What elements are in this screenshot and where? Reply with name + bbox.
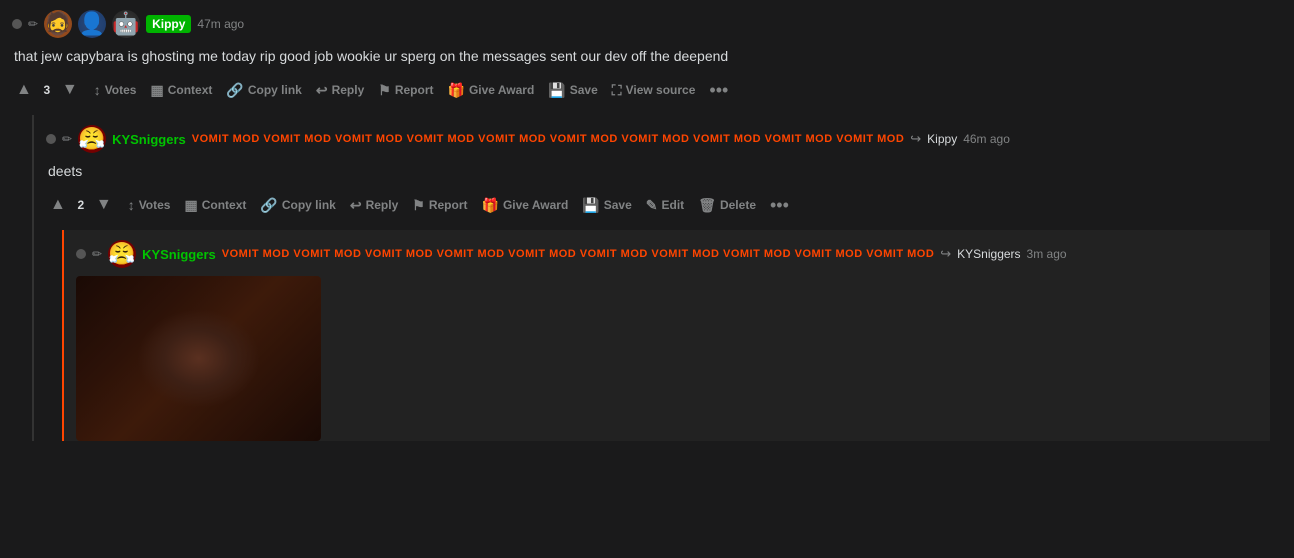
edit-icon-2: ✎ (646, 197, 658, 214)
comment-thread: ✏ 🧔 👤 🤖 Kippy 47m ago that jew capybara … (0, 0, 1294, 441)
reply-to-2: Kippy (927, 132, 957, 146)
votes-btn-2[interactable]: ↕ Votes (122, 193, 177, 217)
copy-link-btn-2[interactable]: 🔗 Copy link (254, 193, 341, 218)
comment-2-actions: ▲ 2 ▼ ↕ Votes ▦ Context 🔗 Copy link ↩ (46, 188, 1270, 226)
context-icon-1: ▦ (150, 82, 163, 99)
comment-2-body: deets (46, 161, 1270, 182)
comment-3-container: ✏ 😤 KYSniggers VOMIT MOD VOMIT MOD VOMIT… (62, 230, 1270, 441)
vote-section-2: ▲ 2 ▼ (46, 192, 116, 218)
comment-1-actions: ▲ 3 ▼ ↕ Votes ▦ Context 🔗 Copy link ↩ Re… (12, 73, 1282, 111)
pencil-icon-3: ✏ (92, 247, 102, 261)
view-source-icon-1: ⛶ (612, 82, 622, 99)
mod-flair-3: VOMIT MOD VOMIT MOD VOMIT MOD VOMIT MOD … (222, 248, 935, 260)
give-award-btn-2[interactable]: 🎁 Give Award (476, 193, 575, 218)
save-icon-1: 💾 (548, 82, 565, 99)
downvote-1[interactable]: ▼ (58, 77, 82, 103)
comment-3: ✏ 😤 KYSniggers VOMIT MOD VOMIT MOD VOMIT… (64, 230, 1270, 441)
copy-link-btn-1[interactable]: 🔗 Copy link (220, 78, 307, 103)
view-source-btn-1[interactable]: ⛶ View source (606, 78, 702, 103)
upvote-2[interactable]: ▲ (46, 192, 70, 218)
report-icon-1: ⚑ (378, 82, 391, 99)
save-btn-2[interactable]: 💾 Save (576, 193, 637, 218)
edit-btn-2[interactable]: ✎ Edit (640, 193, 690, 218)
online-dot-2 (46, 134, 56, 144)
mod-flair-2: VOMIT MOD VOMIT MOD VOMIT MOD VOMIT MOD … (192, 133, 905, 145)
comment-1-body: that jew capybara is ghosting me today r… (12, 46, 1282, 67)
give-award-btn-1[interactable]: 🎁 Give Award (442, 78, 541, 103)
online-dot-1 (12, 19, 22, 29)
delete-btn-2[interactable]: 🗑 Delete (692, 193, 762, 218)
comment-2-container: ✏ 😤 KYSniggers VOMIT MOD VOMIT MOD VOMIT… (32, 115, 1282, 441)
username-3[interactable]: KYSniggers (142, 247, 216, 262)
avatar-1a: 🧔 (44, 10, 72, 38)
award-icon-1: 🎁 (448, 82, 465, 99)
reply-btn-2[interactable]: ↩ Reply (344, 193, 404, 218)
more-btn-2[interactable]: ••• (764, 192, 795, 218)
more-btn-1[interactable]: ••• (703, 77, 734, 103)
timestamp-2: 46m ago (963, 132, 1010, 146)
save-btn-1[interactable]: 💾 Save (542, 78, 603, 103)
avatar-1b: 👤 (78, 10, 106, 38)
vote-count-2: 2 (74, 198, 88, 212)
reply-icon-2: ↩ (350, 197, 362, 214)
comment-1-header: ✏ 🧔 👤 🤖 Kippy 47m ago (12, 10, 1282, 38)
reply-arrow-3: ↪ (940, 246, 951, 262)
upvote-1[interactable]: ▲ (12, 77, 36, 103)
comment-2-header: ✏ 😤 KYSniggers VOMIT MOD VOMIT MOD VOMIT… (46, 125, 1270, 153)
report-btn-1[interactable]: ⚑ Report (372, 78, 439, 103)
reply-to-3: KYSniggers (957, 247, 1020, 261)
context-icon-2: ▦ (184, 197, 197, 214)
reply-arrow-2: ↪ (910, 131, 921, 147)
comment-2: ✏ 😤 KYSniggers VOMIT MOD VOMIT MOD VOMIT… (34, 115, 1282, 441)
avatar-2: 😤 (78, 125, 106, 153)
copy-link-icon-2: 🔗 (260, 197, 277, 214)
timestamp-1: 47m ago (197, 17, 244, 31)
report-icon-2: ⚑ (412, 197, 425, 214)
votes-btn-1[interactable]: ↕ Votes (88, 78, 143, 102)
comment-3-header: ✏ 😤 KYSniggers VOMIT MOD VOMIT MOD VOMIT… (76, 240, 1258, 268)
downvote-2[interactable]: ▼ (92, 192, 116, 218)
reply-btn-1[interactable]: ↩ Reply (310, 78, 370, 103)
votes-icon-1: ↕ (94, 82, 101, 98)
award-icon-2: 🎁 (482, 197, 499, 214)
context-btn-2[interactable]: ▦ Context (178, 193, 252, 218)
comment-3-image-container (76, 276, 1258, 441)
avatar-3: 😤 (108, 240, 136, 268)
pencil-icon-1: ✏ (28, 17, 38, 31)
delete-icon-2: 🗑 (698, 197, 716, 214)
username-tag-1[interactable]: Kippy (146, 15, 191, 33)
vote-section-1: ▲ 3 ▼ (12, 77, 82, 103)
timestamp-3: 3m ago (1027, 247, 1067, 261)
report-btn-2[interactable]: ⚑ Report (406, 193, 473, 218)
comment-3-image (76, 276, 321, 441)
save-icon-2: 💾 (582, 197, 599, 214)
votes-icon-2: ↕ (128, 197, 135, 213)
vote-count-1: 3 (40, 83, 54, 97)
pencil-icon-2: ✏ (62, 132, 72, 146)
username-2[interactable]: KYSniggers (112, 132, 186, 147)
reply-icon-1: ↩ (316, 82, 328, 99)
comment-1: ✏ 🧔 👤 🤖 Kippy 47m ago that jew capybara … (12, 10, 1282, 111)
avatar-1c: 🤖 (112, 10, 140, 38)
copy-link-icon-1: 🔗 (226, 82, 243, 99)
context-btn-1[interactable]: ▦ Context (144, 78, 218, 103)
online-dot-3 (76, 249, 86, 259)
